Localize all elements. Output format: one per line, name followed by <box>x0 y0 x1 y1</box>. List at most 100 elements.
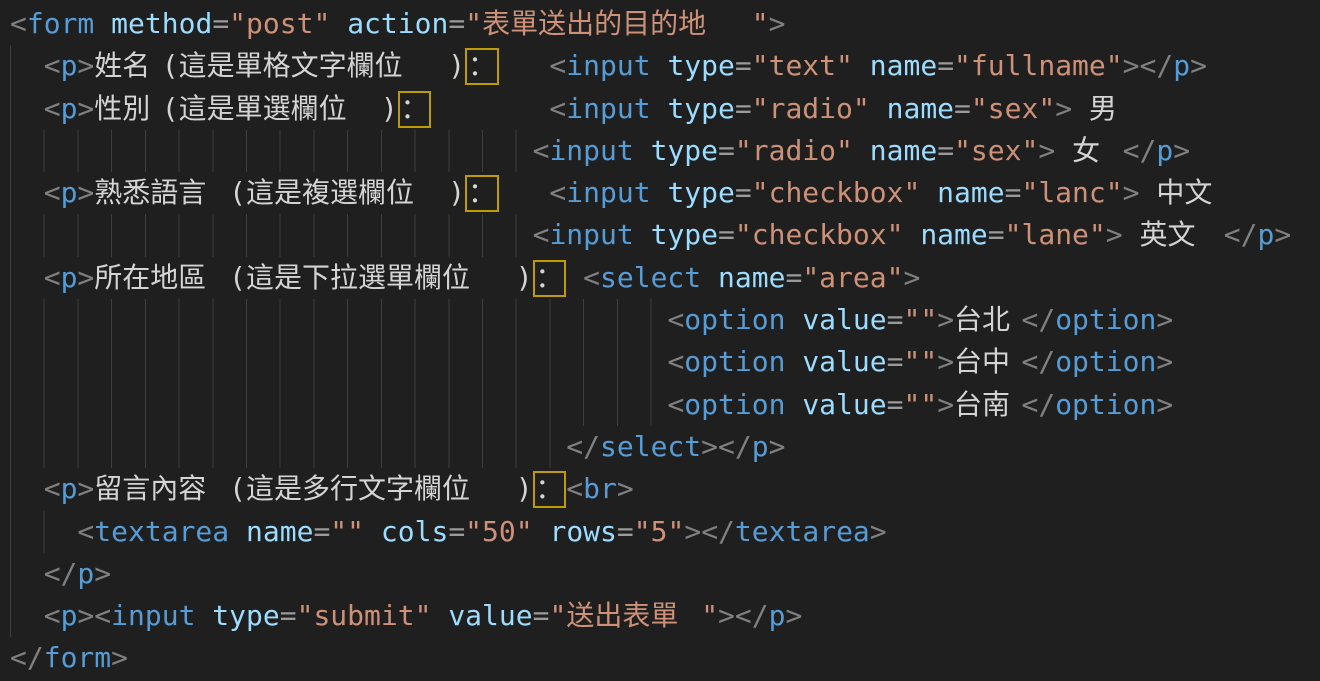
token-attr: cols <box>381 515 448 548</box>
indent-guides <box>10 214 532 256</box>
token-str: "text" <box>752 49 853 82</box>
token-txt <box>330 7 347 40</box>
token-eq: = <box>937 49 954 82</box>
code-line: <p>留言內容(這是多行文字欄位)：<br> <box>10 468 1320 510</box>
token-tag: p <box>61 92 78 125</box>
token-tag: p <box>752 430 769 463</box>
token-txt <box>499 176 550 209</box>
token-txt <box>651 176 668 209</box>
token-str: " <box>701 599 718 632</box>
token-tag: p <box>61 49 78 82</box>
token-txt: ( <box>229 261 246 294</box>
token-pun: < <box>549 92 566 125</box>
token-pun: < <box>44 92 61 125</box>
indent-guides <box>10 595 43 637</box>
token-pun: > <box>903 261 920 294</box>
token-pun: </ <box>44 557 78 590</box>
code-line: <option value="">台南</option> <box>10 384 1320 426</box>
token-tag: select <box>600 430 701 463</box>
token-eq: = <box>617 515 634 548</box>
token-tag: input <box>566 176 650 209</box>
code-line: </form> <box>10 637 1320 679</box>
code-editor[interactable]: <form method="post" action="表單送出的目的地"><p… <box>0 0 1320 681</box>
token-cjkstr: 送出表單 <box>566 595 701 637</box>
token-attr: name <box>246 515 313 548</box>
indent-guides <box>10 172 43 214</box>
token-pun: > <box>785 599 802 632</box>
token-tag: p <box>61 176 78 209</box>
token-str: "lane" <box>1005 218 1106 251</box>
token-txt <box>229 515 246 548</box>
token-pun: < <box>667 388 684 421</box>
token-pun: > <box>937 303 954 336</box>
token-txt <box>566 261 583 294</box>
token-pun: > <box>1156 388 1173 421</box>
token-cjk: 這是單格文字欄位 <box>179 45 449 87</box>
token-str: "" <box>903 303 937 336</box>
token-tag: p <box>77 557 94 590</box>
code-line: <textarea name="" cols="50" rows="5"></t… <box>10 511 1320 553</box>
token-txt <box>94 7 111 40</box>
indent-guides <box>10 468 43 510</box>
unicode-highlight-box: ： <box>533 471 567 508</box>
token-txt <box>870 92 887 125</box>
token-pun: </ <box>1021 303 1055 336</box>
token-pun: > <box>769 7 786 40</box>
token-attr: name <box>937 176 1004 209</box>
token-txt: ( <box>162 92 179 125</box>
token-txt: ) <box>448 176 465 209</box>
token-str: "area" <box>802 261 903 294</box>
token-cjk: 英文 <box>1140 214 1207 256</box>
token-pun: < <box>44 261 61 294</box>
token-pun: < <box>44 599 61 632</box>
token-cjk: 這是複選欄位 <box>246 172 448 214</box>
token-txt <box>1106 134 1123 167</box>
code-line: </select></p> <box>10 426 1320 468</box>
token-pun: > <box>684 515 701 548</box>
code-line: <p><input type="submit" value="送出表單"></p… <box>10 595 1320 637</box>
token-txt <box>1123 218 1140 251</box>
token-tag: p <box>61 472 78 505</box>
token-pun: > <box>870 515 887 548</box>
token-eq: = <box>212 7 229 40</box>
token-pun: > <box>94 557 111 590</box>
token-cjk: 姓名 <box>94 45 161 87</box>
token-txt <box>903 218 920 251</box>
token-pun: </ <box>1139 49 1173 82</box>
token-eq: = <box>448 7 465 40</box>
token-pun: < <box>44 472 61 505</box>
token-cjk: 留言內容 <box>94 468 229 510</box>
token-pun: < <box>667 303 684 336</box>
token-txt: ( <box>162 49 179 82</box>
indent-guides <box>10 130 532 172</box>
token-pun: </ <box>718 430 752 463</box>
token-txt <box>195 599 212 632</box>
token-txt <box>533 515 550 548</box>
token-pun: > <box>1106 218 1123 251</box>
token-eq: = <box>718 134 735 167</box>
indent-guides <box>10 553 43 595</box>
token-tag: p <box>1156 134 1173 167</box>
indent-guides <box>10 426 565 468</box>
token-tag: select <box>600 261 701 294</box>
token-eq: = <box>448 515 465 548</box>
token-pun: > <box>937 388 954 421</box>
token-str: "50" <box>465 515 532 548</box>
token-cjk: 台中 <box>954 341 1021 383</box>
indent-guides <box>10 299 666 341</box>
token-str: "5" <box>634 515 685 548</box>
token-attr: value <box>448 599 532 632</box>
indent-guides <box>10 257 43 299</box>
token-attr: name <box>870 49 937 82</box>
token-str: "checkbox" <box>735 218 904 251</box>
token-pun: </ <box>735 599 769 632</box>
token-cjk: 這是單選欄位 <box>179 88 381 130</box>
token-pun: > <box>77 472 94 505</box>
token-cjk: 這是下拉選單欄位 <box>246 257 516 299</box>
token-str: " <box>465 7 482 40</box>
token-tag: option <box>684 345 785 378</box>
token-attr: type <box>667 49 734 82</box>
code-line: <option value="">台北</option> <box>10 299 1320 341</box>
token-pun: > <box>77 176 94 209</box>
token-pun: > <box>1038 134 1055 167</box>
